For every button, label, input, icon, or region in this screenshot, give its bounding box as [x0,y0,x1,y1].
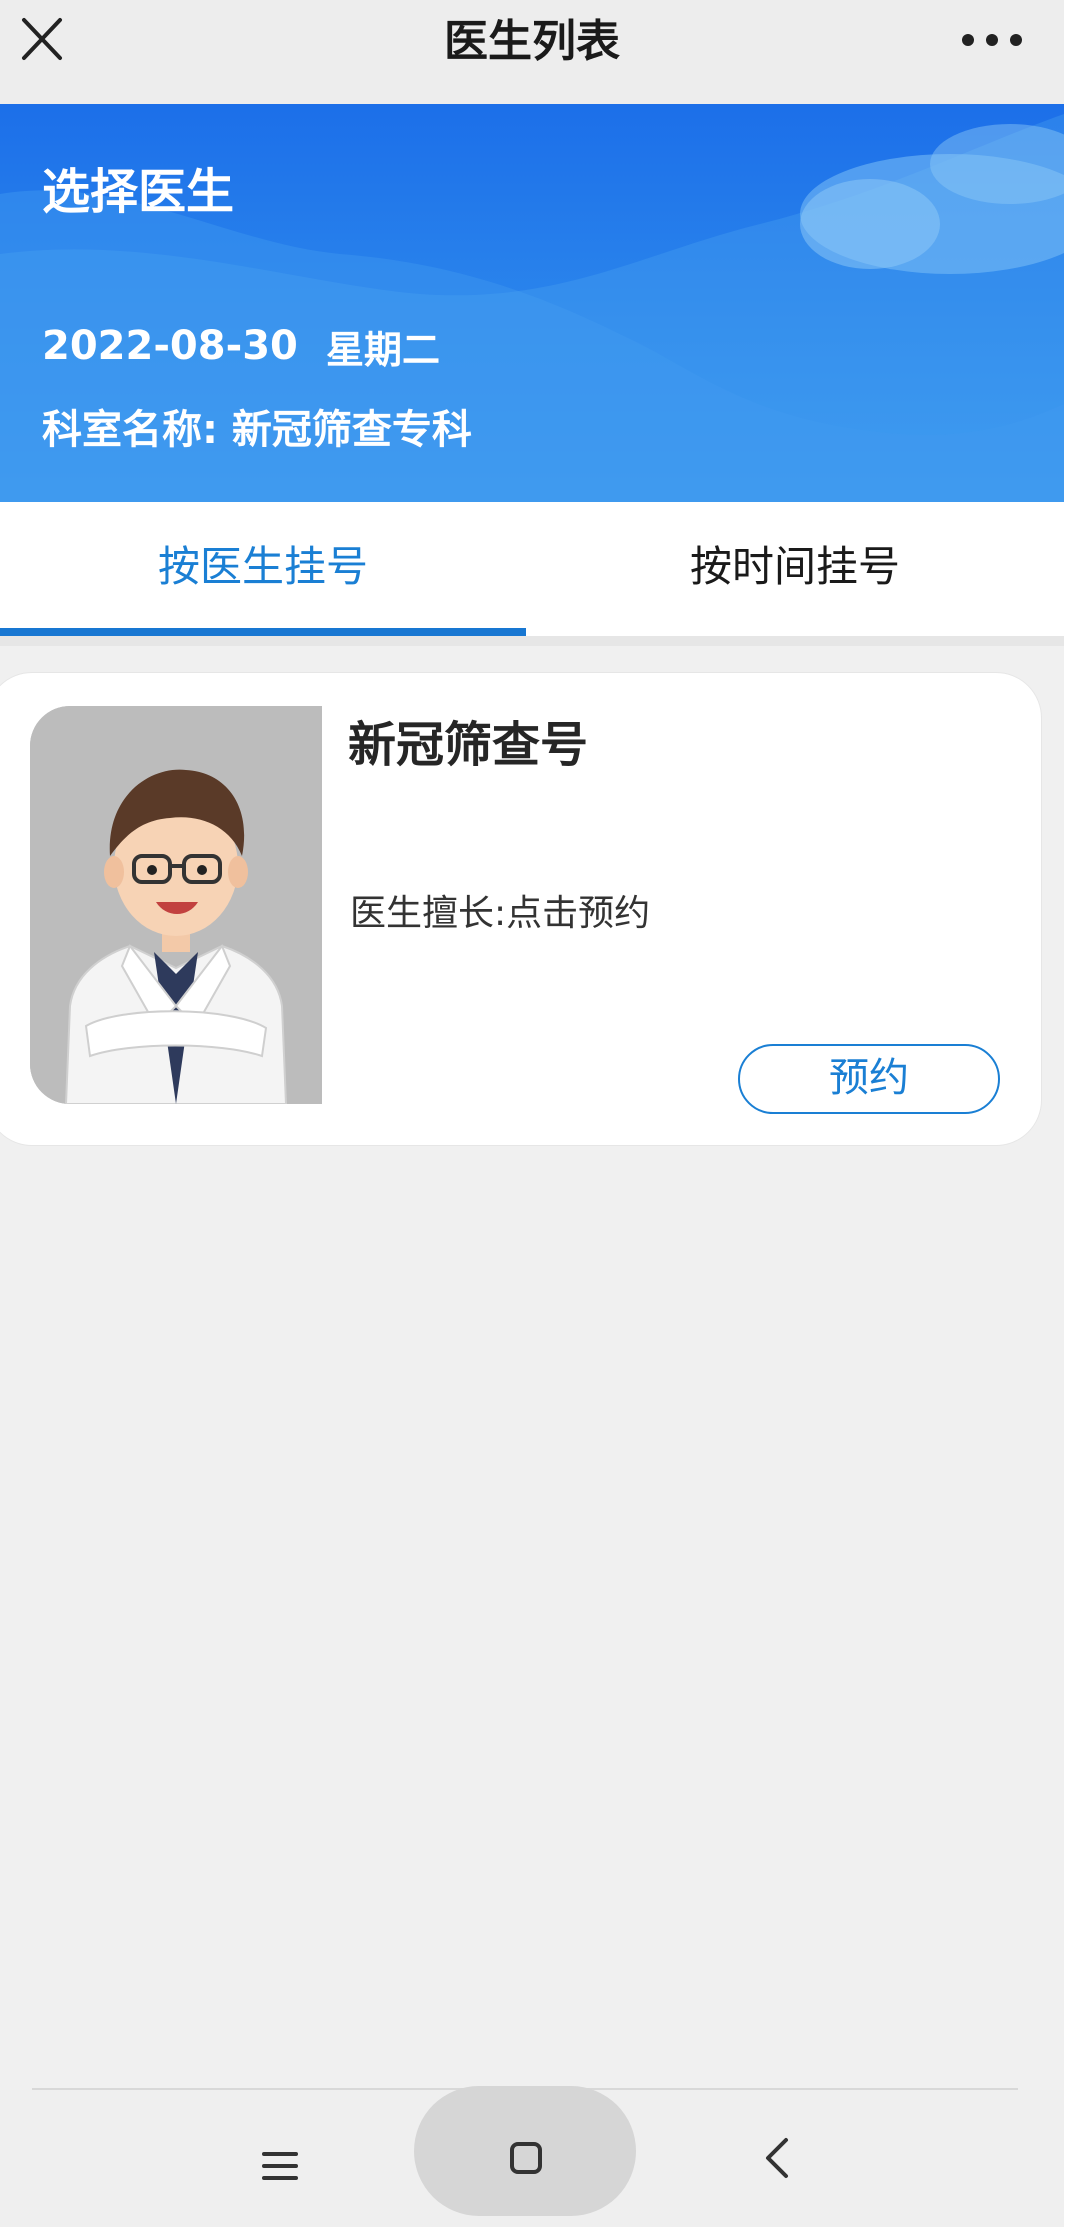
active-tab-indicator [0,628,526,636]
department-name: 科室名称: 新冠筛查专科 [42,407,472,453]
screen-edge [1064,0,1080,2227]
doctor-name: 新冠筛查号 [348,717,589,773]
doctor-specialty: 医生擅长:点击预约 [350,893,651,934]
tab-by-doctor[interactable]: 按医生挂号 [0,502,526,636]
back-icon[interactable] [762,2134,792,2182]
divider [0,636,1064,646]
page-title: 医生列表 [444,16,620,67]
more-icon[interactable] [958,22,1026,58]
system-navigation-bar [0,2086,1064,2227]
registration-tabs: 按医生挂号 按时间挂号 [0,502,1064,636]
header-banner: 选择医生 2022-08-30 星期二 科室名称: 新冠筛查专科 [0,104,1064,502]
top-navbar: 医生列表 [0,0,1064,104]
tab-by-time[interactable]: 按时间挂号 [526,502,1064,636]
banner-heading: 选择医生 [42,164,235,220]
home-icon[interactable] [508,2140,544,2176]
doctor-avatar [30,706,322,1104]
menu-icon[interactable] [258,2146,302,2186]
appointment-date: 2022-08-30 [42,323,298,369]
book-button[interactable]: 预约 [738,1044,1000,1114]
page: 医生列表 选择医生 2022-08-30 星期二 科室名称: 新冠筛查专科 按医… [0,0,1064,2227]
appointment-weekday: 星期二 [326,328,441,372]
